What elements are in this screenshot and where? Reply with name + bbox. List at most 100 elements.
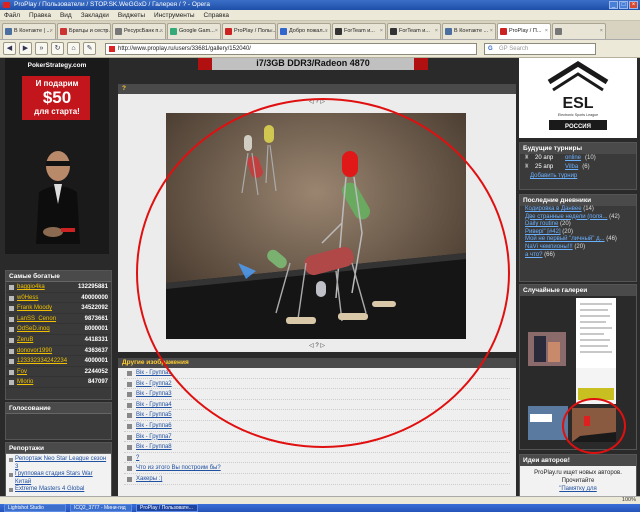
tab-active[interactable]: ProPlay / П... × (497, 23, 551, 39)
minimize-button[interactable]: _ (609, 1, 618, 9)
diary-link[interactable]: Daily routine (525, 221, 558, 227)
other-image-link[interactable]: Вік - Группа2 (124, 379, 510, 390)
tab[interactable]: ForTeam и... × (332, 23, 386, 39)
rich-user-name[interactable]: w0Hess (9, 293, 38, 303)
other-image-link[interactable]: Что из этого Вы построим бы? (124, 463, 510, 474)
maximize-button[interactable]: □ (619, 1, 628, 9)
tournament-link[interactable]: Vilba (565, 163, 578, 172)
taskbar-item-active[interactable]: ProPlay / Пользовате... (136, 504, 198, 512)
rich-user-name[interactable]: ZeruB (9, 335, 33, 345)
tab-close-icon[interactable]: × (380, 24, 383, 39)
taskbar-item[interactable]: Lightshot Studio (4, 504, 66, 512)
pager-bottom[interactable]: ◁ ? ▷ (306, 342, 328, 349)
rich-user-name[interactable]: Fov (9, 367, 27, 377)
tab[interactable]: В Контакте | ... × (2, 23, 56, 39)
other-image-link[interactable]: Вік - Группа6 (124, 421, 510, 432)
address-field[interactable]: http://www.proplay.ru/users/33681/galler… (105, 42, 477, 55)
other-image-link[interactable]: Вік - Группа8 (124, 442, 510, 453)
rich-user-name[interactable]: baggio4ka (9, 282, 45, 292)
menu-tools[interactable]: Инструменты (154, 10, 195, 20)
search-input[interactable]: GP Search (484, 42, 596, 55)
back-arrow-icon[interactable]: ◀ (3, 42, 16, 55)
tab-close-icon[interactable]: × (600, 24, 603, 39)
tab-close-icon[interactable]: × (490, 24, 493, 39)
diary-entry: а что? (66) (520, 252, 636, 260)
tab-close-icon[interactable]: × (105, 24, 108, 39)
top-banner[interactable]: i7/3GB DDR3/Radeon 4870 (198, 58, 428, 70)
tab-close-icon[interactable]: × (215, 24, 218, 39)
other-image-link[interactable]: Вік - Группа3 (124, 389, 510, 400)
report-link[interactable]: Групповая стадия Stars War Китай (9, 471, 108, 486)
tab-close-icon[interactable]: × (50, 24, 53, 39)
author-ideas-message: ProPlay.ru ищет новых авторов. Прочитайт… (534, 470, 622, 484)
other-image-link[interactable]: Вік - Группа4 (124, 400, 510, 411)
rich-user-name[interactable]: LanSS_Cenon (9, 314, 56, 324)
tab[interactable]: ProPlay / Поль... × (222, 23, 276, 39)
esl-logo[interactable]: ESL Electronic Sports League РОССИЯ (519, 58, 637, 138)
gallery-photo[interactable] (166, 113, 466, 339)
diary-link[interactable]: а что? (525, 252, 542, 258)
other-images-list: Вік - Группа1 Вік - Группа2 Вік - Группа3 В… (118, 368, 516, 496)
menu-edit[interactable]: Правка (29, 10, 51, 20)
home-icon[interactable]: ⌂ (67, 42, 80, 55)
taskbar-item[interactable]: ICQ2_3777 - Мини-гид (70, 504, 132, 512)
other-image-link[interactable]: Вік - Группа5 (124, 410, 510, 421)
menu-file[interactable]: Файл (4, 10, 20, 20)
tab-close-icon[interactable]: × (325, 24, 328, 39)
tab[interactable]: РесурсБанк п... × (112, 23, 166, 39)
tab-favicon-icon (115, 28, 122, 35)
menu-help[interactable]: Справка (204, 10, 230, 20)
tab[interactable]: В Контакте ... × (442, 23, 496, 39)
tournament-link[interactable]: online (565, 154, 581, 163)
thumbnail-chart[interactable] (576, 298, 616, 368)
gallery-thumbnails (528, 298, 616, 442)
tab[interactable]: Братцы и сестр... × (57, 23, 111, 39)
thumbnail-photo[interactable] (528, 332, 566, 366)
pager-top[interactable]: ◁ ? ▷ (306, 98, 328, 105)
ad-brand: PokerStrategy.com (27, 62, 87, 69)
diary-entry: Кодировка в Данвее (14) (520, 206, 636, 214)
tab-close-icon[interactable]: × (545, 24, 548, 39)
author-ideas-link[interactable]: "Памятку для (559, 486, 597, 492)
wand-icon[interactable]: ✎ (83, 42, 96, 55)
tab-close-icon[interactable]: × (435, 24, 438, 39)
tab-close-icon[interactable]: × (270, 24, 273, 39)
add-tournament-link[interactable]: Добавить турнир (520, 172, 636, 181)
menu-bookmarks[interactable]: Закладки (81, 10, 109, 20)
tab-close-icon[interactable]: × (160, 24, 163, 39)
tab-favicon-icon (555, 28, 562, 35)
report-link[interactable]: Репортаж Neo Star League сезон 3 (9, 456, 108, 471)
tab[interactable]: × (552, 23, 606, 39)
other-image-link[interactable]: Вік - Группа7 (124, 432, 510, 443)
tab[interactable]: Добро пожал... × (277, 23, 331, 39)
rich-user-name[interactable]: Mlorio (9, 377, 33, 387)
diary-link[interactable]: NaVi чемпионы!!! (525, 244, 573, 250)
tab[interactable]: Google Gam... × (167, 23, 221, 39)
diary-link[interactable]: Две странные недели (поля... (525, 214, 607, 220)
other-image-link[interactable]: Вік - Группа1 (124, 368, 510, 379)
richest-users-list: baggio4ka 132295881 w0Hess 40000000 Frank Mo… (6, 282, 111, 388)
close-button[interactable]: × (629, 1, 638, 9)
right-column: ESL Electronic Sports League РОССИЯ Буду… (519, 58, 637, 496)
tab[interactable]: ForTeam и... × (387, 23, 441, 39)
thumbnail-banner[interactable] (528, 406, 568, 440)
forward-arrow-icon[interactable]: ▶ (19, 42, 32, 55)
report-link[interactable]: Extreme Masters 4 Global (9, 486, 108, 494)
rich-user-name[interactable]: donovor1990 (9, 346, 52, 356)
rich-user-name[interactable]: OdSeD.inoq (9, 324, 50, 334)
menu-widgets[interactable]: Виджеты (118, 10, 145, 20)
other-image-link[interactable]: ? (124, 453, 510, 464)
rich-user-name[interactable]: Frank Moody (9, 303, 52, 313)
zoom-level[interactable]: 100% (622, 497, 636, 503)
diary-link[interactable]: Мой не первый "личный" д... (525, 236, 605, 242)
menu-view[interactable]: Вид (60, 10, 72, 20)
diary-link[interactable]: Кодировка в Данвее (525, 206, 582, 212)
reload-icon[interactable]: ↻ (51, 42, 64, 55)
fast-forward-icon[interactable]: » (35, 42, 48, 55)
other-image-link[interactable]: Хакеры :) (124, 474, 510, 485)
richest-users-header: Самые богатые (6, 271, 111, 282)
tab-label: ForTeam и... (344, 28, 375, 34)
poker-ad-banner[interactable]: PokerStrategy.com И подарим $50 для стар… (5, 58, 109, 254)
diary-link[interactable]: Ривері" [#42] (525, 229, 561, 235)
rich-user-name[interactable]: 123332334242234 (9, 356, 67, 366)
